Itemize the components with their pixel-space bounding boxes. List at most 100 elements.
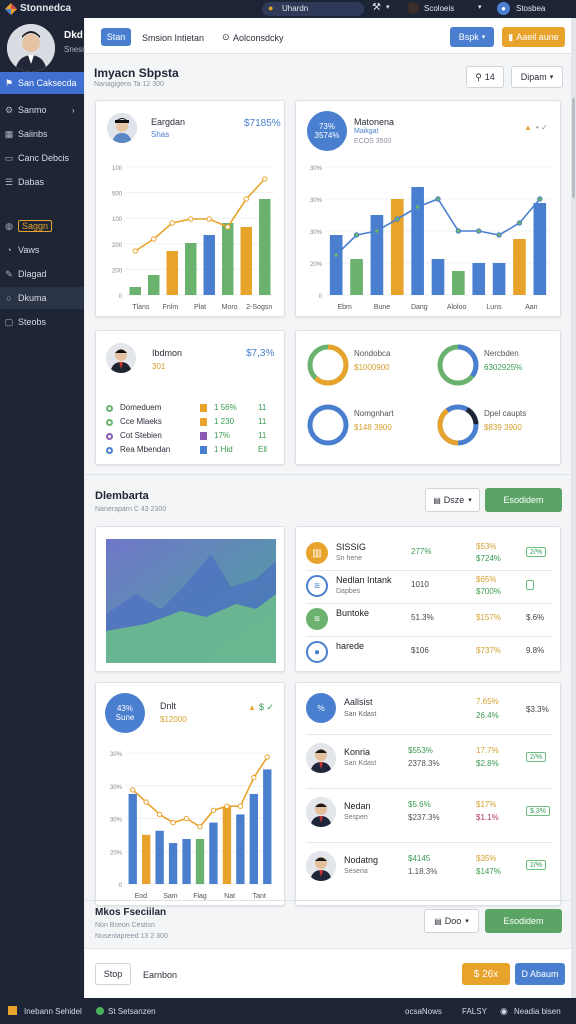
sidebar-item-sanmo[interactable]: ⚙ Sanmo › [0,99,84,121]
legend-value: 1 Hid [214,445,233,454]
sidebar-item-steobs[interactable]: ▢ Steobs [0,311,84,333]
top-user-name[interactable]: Scoloeis [424,4,454,13]
avatar[interactable] [407,2,419,14]
chart-point [251,774,257,781]
row-badge[interactable]: $.6% [526,613,544,622]
top-bar: Stonnedca ● Uhardn ⚒ ▾ Scoloeis ▾ ● Stos… [0,0,576,18]
row-badge[interactable]: 2/% [526,547,547,557]
section3-dropdown[interactable]: ▤ Doo ▾ [424,909,479,933]
section3-green-button[interactable]: Esodidem [485,909,562,933]
count-button[interactable]: ⚲ 14 [466,66,504,88]
chart-line [132,756,268,828]
row-badge[interactable]: 2/% [526,752,547,762]
dropdown-button[interactable]: Dipam ▾ [511,66,563,88]
sidebar-item-san-caksecda[interactable]: ⚑ San Caksecda [0,72,84,94]
row-badge[interactable]: 2/% [526,860,547,870]
tab-smsion-intietan[interactable]: Smsion Intietan [142,33,204,43]
chart-point [262,176,268,182]
chevron-right-icon: › [72,105,75,115]
card3-name: Ibdmon [152,348,183,358]
card-dnlt: 43% Sune Dnlt $12000 ▲ $ ✓ 30% 30% 30% 20% 0… [95,682,285,906]
chart-bar [155,830,164,884]
x-tick-label: Plat [194,304,206,311]
legend-swatch-icon [200,418,207,426]
card-area-chart [95,526,285,672]
stop-button[interactable]: Stop [95,963,131,985]
chart-point [183,815,190,822]
top-search[interactable]: ● Uhardn [262,2,364,16]
card8-v3: $3.3% [526,705,549,714]
section2-green-button[interactable]: Esodidem [485,488,562,512]
row-name[interactable]: Konria [344,747,370,757]
x-tick-label: Tlans [132,304,150,311]
row-title[interactable]: SISSIG [336,542,366,552]
scrollbar[interactable] [571,18,576,998]
bottom-r1: ocsaNows [405,1007,442,1016]
chevron-down-icon: ▾ [549,74,554,81]
x-tick-label: Aan [525,304,538,311]
donut4-value: $839 3900 [484,423,522,432]
chart-point [435,196,441,202]
donut1-value: $1000900 [354,363,390,372]
donut3-value: $148 3900 [354,423,392,432]
section3-title: Mkos Fseciilan [95,907,167,918]
row-title[interactable]: Buntoke [336,608,369,618]
tab-stan[interactable]: Stan [101,28,131,46]
sidebar-item-canc-debcis[interactable]: ▭ Canc Debcis [0,147,84,169]
gear-icon: ⚙ [4,104,14,115]
scrollbar-thumb[interactable] [572,98,575,198]
y-tick-label: 30% [310,230,323,236]
grid-icon: ▦ [4,128,14,139]
row-name[interactable]: Nodatng [344,855,378,865]
row-v1b: 2378.3% [408,759,440,768]
tab-aolconsdcky-icon[interactable]: ⊙ [222,32,230,43]
card2-sub: ECOS 3500 [354,138,392,145]
tab-aolconsdcky[interactable]: Aolconsdcky [233,33,284,43]
sidebar-item-dlagad[interactable]: ✎ Dlagad [0,263,84,285]
price-button[interactable]: $ 26x [462,963,510,985]
row-title[interactable]: harede [336,641,364,651]
action-button[interactable]: ▮ Aaeil aune [502,27,565,47]
legend-value: 1 230 [214,417,235,426]
more-icon[interactable]: $ ✓ [259,702,274,713]
chart-bar [492,263,506,295]
sidebar-item-saiinbs[interactable]: ▦ Saiinbs [0,123,84,145]
row-v1b: $237.3% [408,813,440,822]
y-tick-label: 30% [310,198,323,204]
row-badge[interactable]: $.3% [526,806,550,816]
section3-sub2: Nuseniapreed 13 2 300 [95,933,168,940]
top-user2-name[interactable]: Stosbea [516,4,545,13]
chart-bar [142,834,151,884]
more-icon[interactable]: • ✓ [536,123,548,132]
row-v2a: $157% [476,613,501,622]
card8-sub: San Kdast [344,711,377,718]
row-name[interactable]: Nedan [344,801,371,811]
row-badge[interactable]: 9.8% [526,646,544,655]
chevron-down-icon[interactable]: ▾ [478,3,482,11]
card7-name: Dnlt [160,701,177,711]
select-button[interactable]: Bspk ▾ [450,27,494,47]
chevron-down-icon[interactable]: ▾ [386,3,390,11]
row-title[interactable]: Nedlan Intank [336,575,392,585]
chart-point [455,228,462,234]
chart-point [224,803,230,809]
row-badge[interactable] [526,580,534,590]
sidebar-item-saggn[interactable]: ◍ Saggn [0,215,84,237]
sidebar-item-dkuma[interactable]: ○ Dkuma [0,287,84,309]
sidebar-item-vaws[interactable]: ◔ Vaws [0,239,84,261]
row-divider [306,636,552,637]
section2-dropdown[interactable]: ▤ Dsze ▾ [425,488,480,512]
sidebar-item-dabas[interactable]: ☰ Dabas [0,171,84,193]
search-icon: ● [268,3,274,13]
chart-bar [222,223,234,295]
tools-icon[interactable]: ⚒ [372,2,381,13]
blue-button[interactable]: D Abaum [515,963,565,985]
user-icon[interactable]: ● [497,2,510,15]
chart-bar [236,814,245,884]
legend-swatch-icon [200,432,207,440]
chart-point [353,232,360,238]
plus-icon: ▮ [508,31,514,42]
chart-bar [533,203,547,295]
row-v2b: $724% [476,554,501,563]
chart-bar [222,806,232,884]
